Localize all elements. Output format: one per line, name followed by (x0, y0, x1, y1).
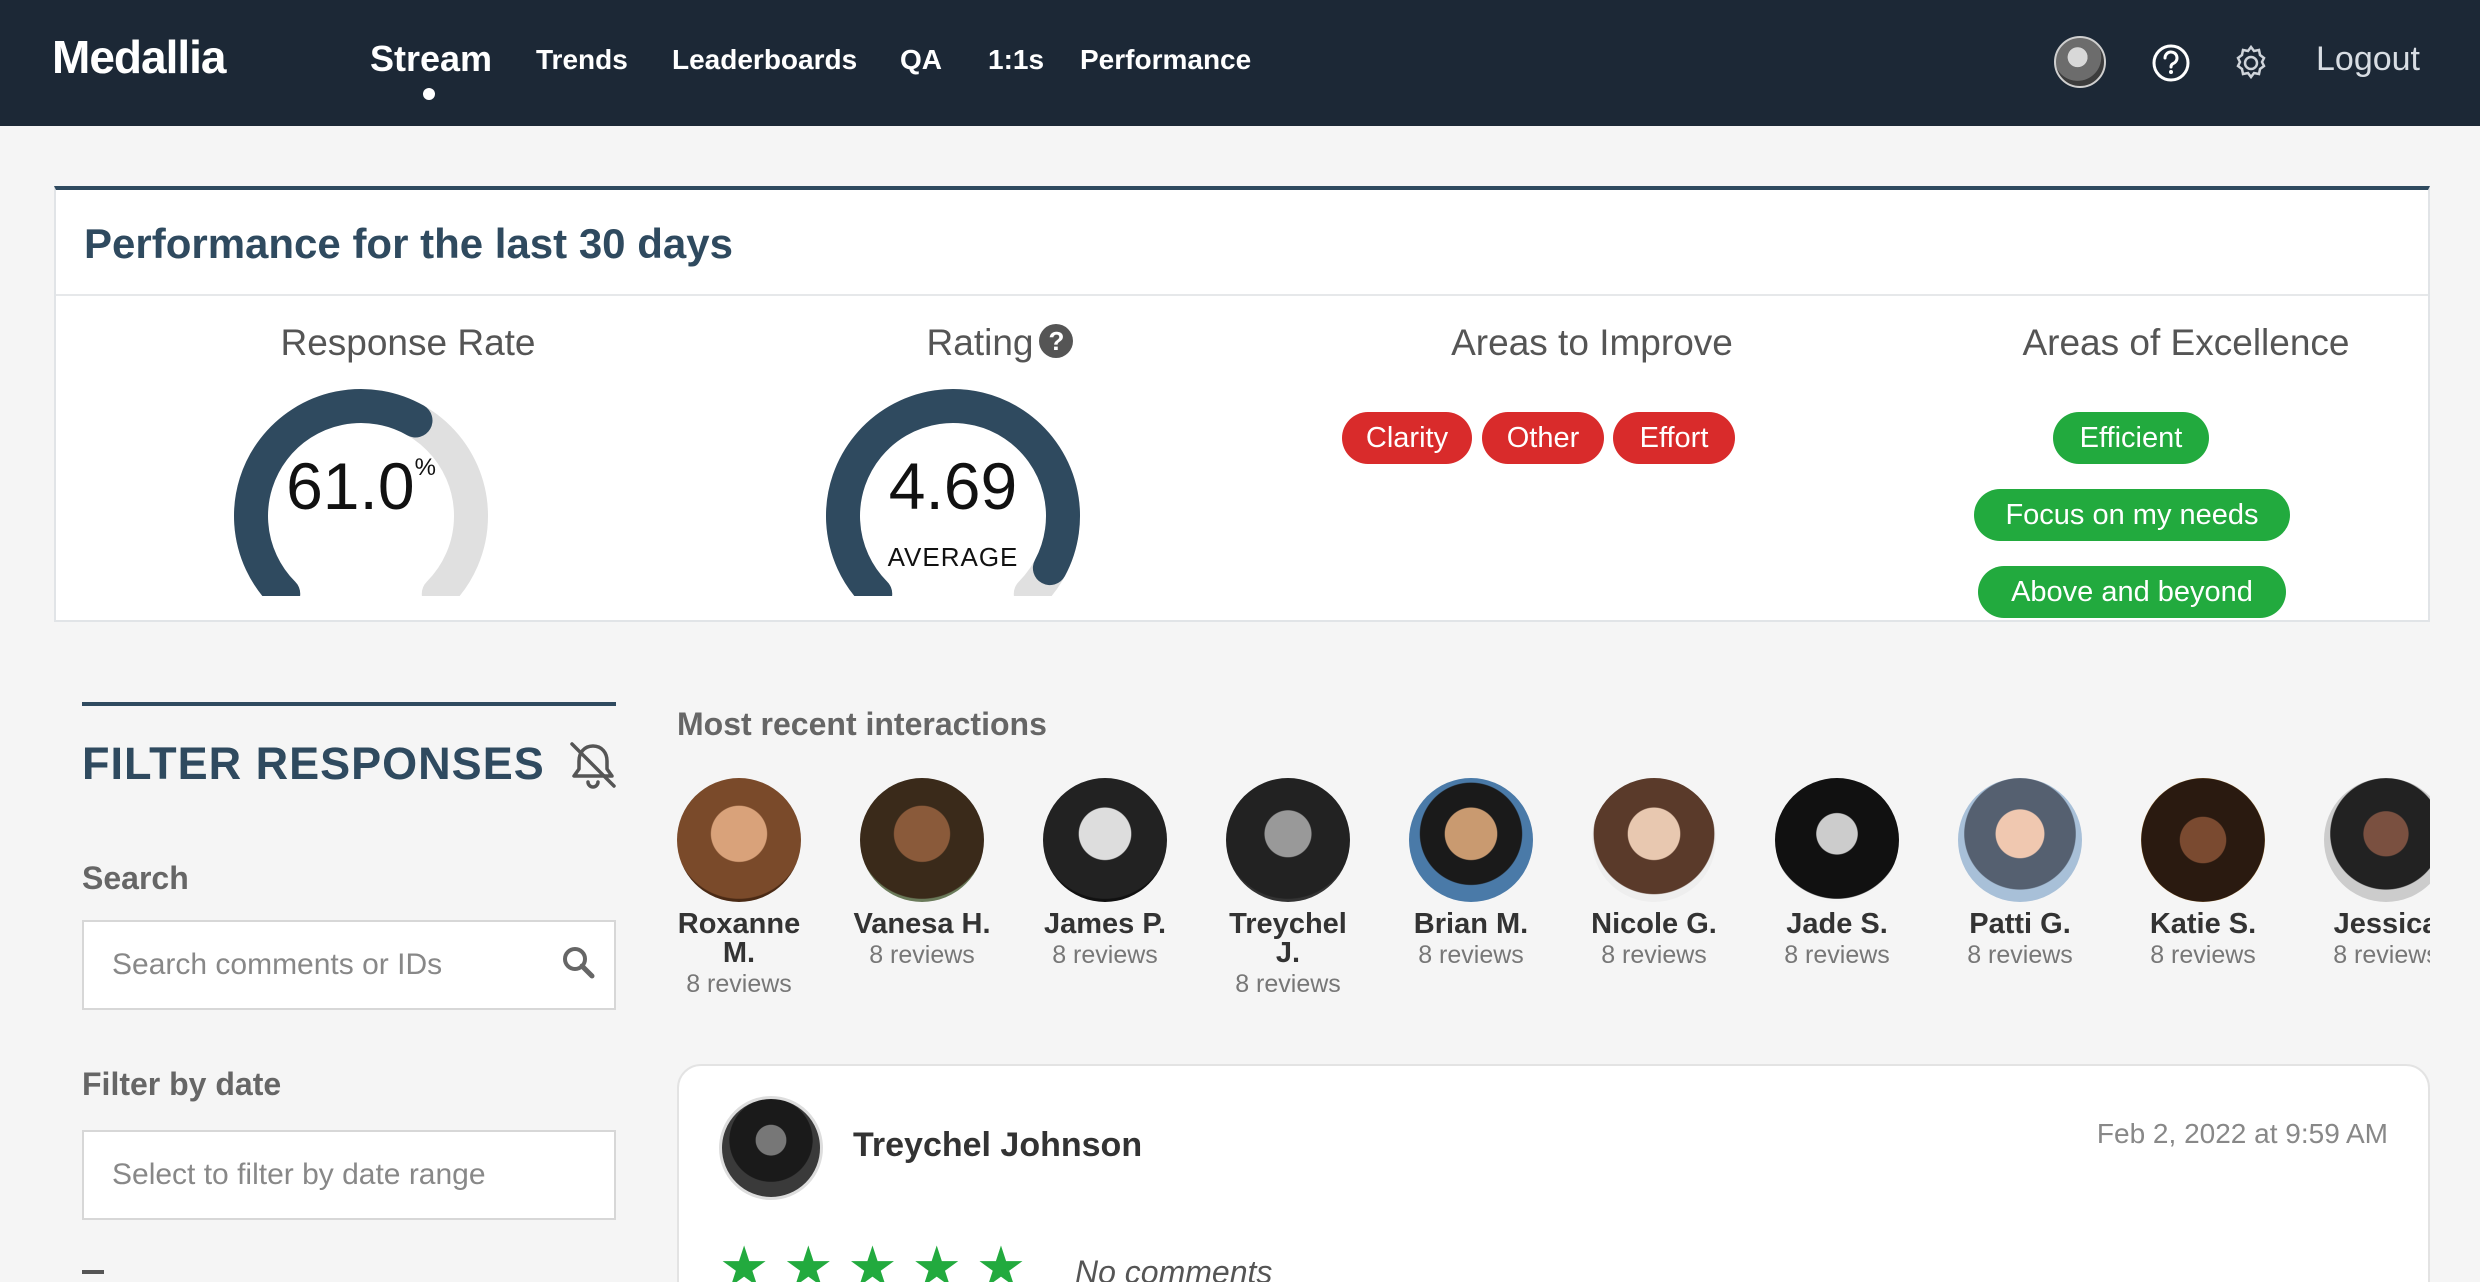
person-avatar[interactable] (1226, 778, 1350, 902)
search-label: Search (82, 860, 189, 896)
person-avatar[interactable] (1958, 778, 2082, 902)
filter-rule (82, 702, 616, 706)
rating-value: 4.69 (888, 449, 1018, 523)
performance-card: Performance for the last 30 days Respons… (54, 186, 2430, 622)
person-review-count: 8 reviews (1235, 970, 1341, 998)
nav-item-stream[interactable]: Stream (370, 38, 492, 80)
active-indicator (423, 88, 435, 100)
nav-item-one-on-ones[interactable]: 1:1s (988, 44, 1044, 76)
nav-item-trends[interactable]: Trends (536, 44, 628, 76)
date-range-input[interactable]: Select to filter by date range (82, 1130, 616, 1220)
person-avatar[interactable] (1775, 778, 1899, 902)
person-name: Vanesa H. (853, 908, 991, 940)
interaction-person[interactable]: Roxanne M. 8 reviews (677, 778, 867, 999)
person-review-count: 8 reviews (2333, 941, 2430, 969)
interaction-person[interactable]: Treychel J. 8 reviews (1226, 778, 1416, 999)
performance-title: Performance for the last 30 days (84, 220, 733, 267)
interaction-person[interactable]: Patti G. 8 reviews (1958, 778, 2148, 970)
excellence-tag-efficient[interactable]: Efficient (2053, 412, 2209, 464)
person-review-count: 8 reviews (1967, 941, 2073, 969)
person-avatar[interactable] (1409, 778, 1533, 902)
filter-title: FILTER RESPONSES (82, 738, 545, 789)
person-name: Roxanne M. (677, 908, 801, 969)
rating-title: Rating? (700, 322, 1300, 364)
excellence-tag-above-beyond[interactable]: Above and beyond (1978, 566, 2286, 618)
review-date: Feb 2, 2022 at 9:59 AM (2096, 1118, 2388, 1149)
response-rate-title: Response Rate (280, 322, 536, 363)
date-filter-label: Filter by date (82, 1066, 282, 1102)
divider (56, 294, 2428, 296)
rating-average-label: AVERAGE (887, 542, 1019, 572)
person-avatar[interactable] (2141, 778, 2265, 902)
review-card: Treychel Johnson Feb 2, 2022 at 9:59 AM … (677, 1064, 2430, 1282)
gear-icon[interactable] (2228, 40, 2274, 86)
person-name: Katie S. (2149, 908, 2257, 940)
person-avatar[interactable] (1043, 778, 1167, 902)
percent-unit: % (414, 454, 436, 481)
interaction-person[interactable]: Katie S. 8 reviews (2141, 778, 2331, 970)
search-icon[interactable] (560, 944, 596, 980)
interaction-person[interactable]: Nicole G. 8 reviews (1591, 778, 1782, 970)
review-comment: No comments (1075, 1254, 1273, 1282)
recent-interactions-list: Roxanne M. 8 reviews Vanesa H. 8 reviews Jam… (677, 778, 2430, 1008)
person-name: James P. (1043, 908, 1167, 940)
nav-item-qa[interactable]: QA (900, 44, 942, 76)
help-icon[interactable]: ? (1039, 324, 1074, 359)
recent-interactions-title: Most recent interactions (677, 706, 1047, 742)
bell-off-icon[interactable] (564, 736, 622, 794)
person-name: Treychel J. (1229, 908, 1347, 969)
person-review-count: 8 reviews (1418, 941, 1524, 969)
improve-tag-other[interactable]: Other (1482, 412, 1604, 464)
areas-of-excellence-title: Areas of Excellence (2022, 322, 2350, 363)
person-avatar[interactable] (1592, 778, 1716, 902)
improve-tag-effort[interactable]: Effort (1613, 412, 1735, 464)
person-review-count: 8 reviews (869, 941, 975, 969)
person-review-count: 8 reviews (1601, 941, 1707, 969)
person-review-count: 8 reviews (1784, 941, 1890, 969)
interaction-person[interactable]: Brian M. 8 reviews (1409, 778, 1599, 970)
help-circle-icon[interactable] (2148, 40, 2194, 86)
interaction-person[interactable]: Jessica 8 reviews (2324, 778, 2430, 970)
person-name: Nicole G. (1591, 908, 1717, 940)
improve-tag-clarity[interactable]: Clarity (1342, 412, 1472, 464)
person-review-count: 8 reviews (2150, 941, 2256, 969)
interaction-person[interactable]: Vanesa H. 8 reviews (853, 778, 1050, 970)
nav-item-leaderboards[interactable]: Leaderboards (672, 44, 857, 76)
person-name: Brian M. (1413, 908, 1529, 940)
areas-to-improve-title: Areas to Improve (1451, 322, 1733, 363)
person-review-count: 8 reviews (1052, 941, 1158, 969)
user-avatar[interactable] (2054, 36, 2106, 88)
person-avatar[interactable] (860, 778, 984, 902)
person-review-count: 8 reviews (686, 970, 792, 998)
response-rate-value: 61.0% (286, 449, 436, 523)
person-name: Patti G. (1969, 908, 2071, 940)
interaction-person[interactable]: Jade S. 8 reviews (1775, 778, 1965, 970)
next-filter-cutoff (82, 1270, 104, 1274)
star-rating: ★★★★★ (719, 1235, 1041, 1282)
logo[interactable]: Medallia (52, 30, 227, 84)
interaction-person[interactable]: James P. 8 reviews (1043, 778, 1233, 970)
excellence-tag-focus[interactable]: Focus on my needs (1974, 489, 2290, 541)
person-avatar[interactable] (677, 778, 801, 902)
reviewer-name[interactable]: Treychel Johnson (853, 1126, 1142, 1165)
person-name: Jessica (2333, 908, 2430, 940)
reviewer-avatar[interactable] (719, 1096, 823, 1200)
nav-item-performance[interactable]: Performance (1080, 44, 1251, 76)
person-avatar[interactable] (2324, 778, 2430, 902)
person-name: Jade S. (1786, 908, 1888, 940)
logout-link[interactable]: Logout (2316, 40, 2420, 79)
search-input[interactable]: Search comments or IDs (82, 920, 616, 1010)
top-nav: Medallia Stream Trends Leaderboards QA 1… (0, 0, 2480, 126)
